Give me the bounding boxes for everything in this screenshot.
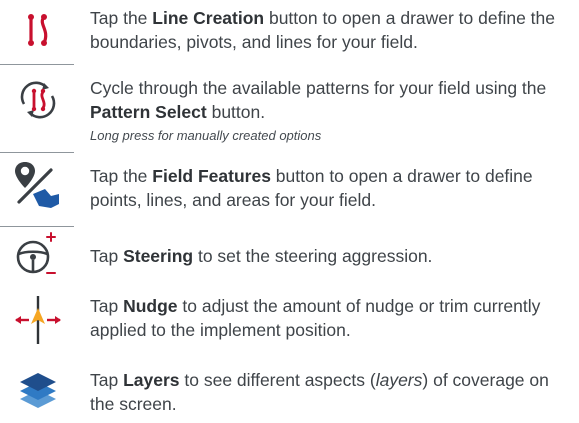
desc-bold: Layers <box>123 370 180 390</box>
desc-text: to see different aspects ( <box>179 370 376 390</box>
steering-description: Tap Steering to set the steering aggress… <box>90 244 575 268</box>
desc-text: Tap <box>90 296 124 316</box>
desc-bold: Steering <box>123 246 194 266</box>
pattern-select-button[interactable] <box>0 74 76 126</box>
instruction-row-line-creation: Tap the Line Creation button to open a d… <box>0 0 579 62</box>
instruction-row-field-features: Tap the Field Features button to open a … <box>0 154 579 224</box>
desc-italic: layers <box>375 370 423 390</box>
line-creation-description: Tap the Line Creation button to open a d… <box>90 6 575 54</box>
layers-icon <box>20 373 56 408</box>
line-creation-icon <box>28 14 48 46</box>
desc-text: Tap the <box>90 8 153 28</box>
layers-button[interactable] <box>0 362 76 420</box>
steering-button[interactable] <box>0 228 76 280</box>
divider <box>0 64 74 65</box>
instruction-row-layers: Tap Layers to see different aspects (lay… <box>0 360 579 422</box>
desc-text: Tap <box>90 370 124 390</box>
line-creation-button[interactable] <box>0 4 76 56</box>
field-features-icon <box>15 162 59 208</box>
desc-bold: Field Features <box>152 166 271 186</box>
pattern-select-description: Cycle through the available patterns for… <box>90 76 575 146</box>
desc-text: button. <box>206 102 266 122</box>
layers-description: Tap Layers to see different aspects (lay… <box>90 368 575 416</box>
desc-text: Tap <box>90 246 124 266</box>
nudge-description: Tap Nudge to adjust the amount of nudge … <box>90 294 575 342</box>
instruction-row-nudge: Tap Nudge to adjust the amount of nudge … <box>0 290 579 350</box>
steering-wheel-icon <box>16 232 56 274</box>
desc-bold: Pattern Select <box>90 102 207 122</box>
desc-text: Tap the <box>90 166 153 186</box>
nudge-button[interactable] <box>0 290 76 350</box>
field-features-button[interactable] <box>0 154 76 214</box>
desc-bold: Line Creation <box>152 8 265 28</box>
desc-text: Cycle through the available patterns for… <box>90 78 547 98</box>
long-press-note: Long press for manually created options <box>90 128 322 143</box>
instruction-row-pattern-select: Cycle through the available patterns for… <box>0 72 579 150</box>
nudge-icon <box>15 296 61 344</box>
field-features-description: Tap the Field Features button to open a … <box>90 164 575 212</box>
instruction-row-steering: Tap Steering to set the steering aggress… <box>0 228 579 280</box>
divider <box>0 226 74 227</box>
desc-text: to set the steering aggression. <box>193 246 433 266</box>
desc-bold: Nudge <box>123 296 178 316</box>
pattern-select-icon <box>20 81 56 119</box>
divider <box>0 152 74 153</box>
